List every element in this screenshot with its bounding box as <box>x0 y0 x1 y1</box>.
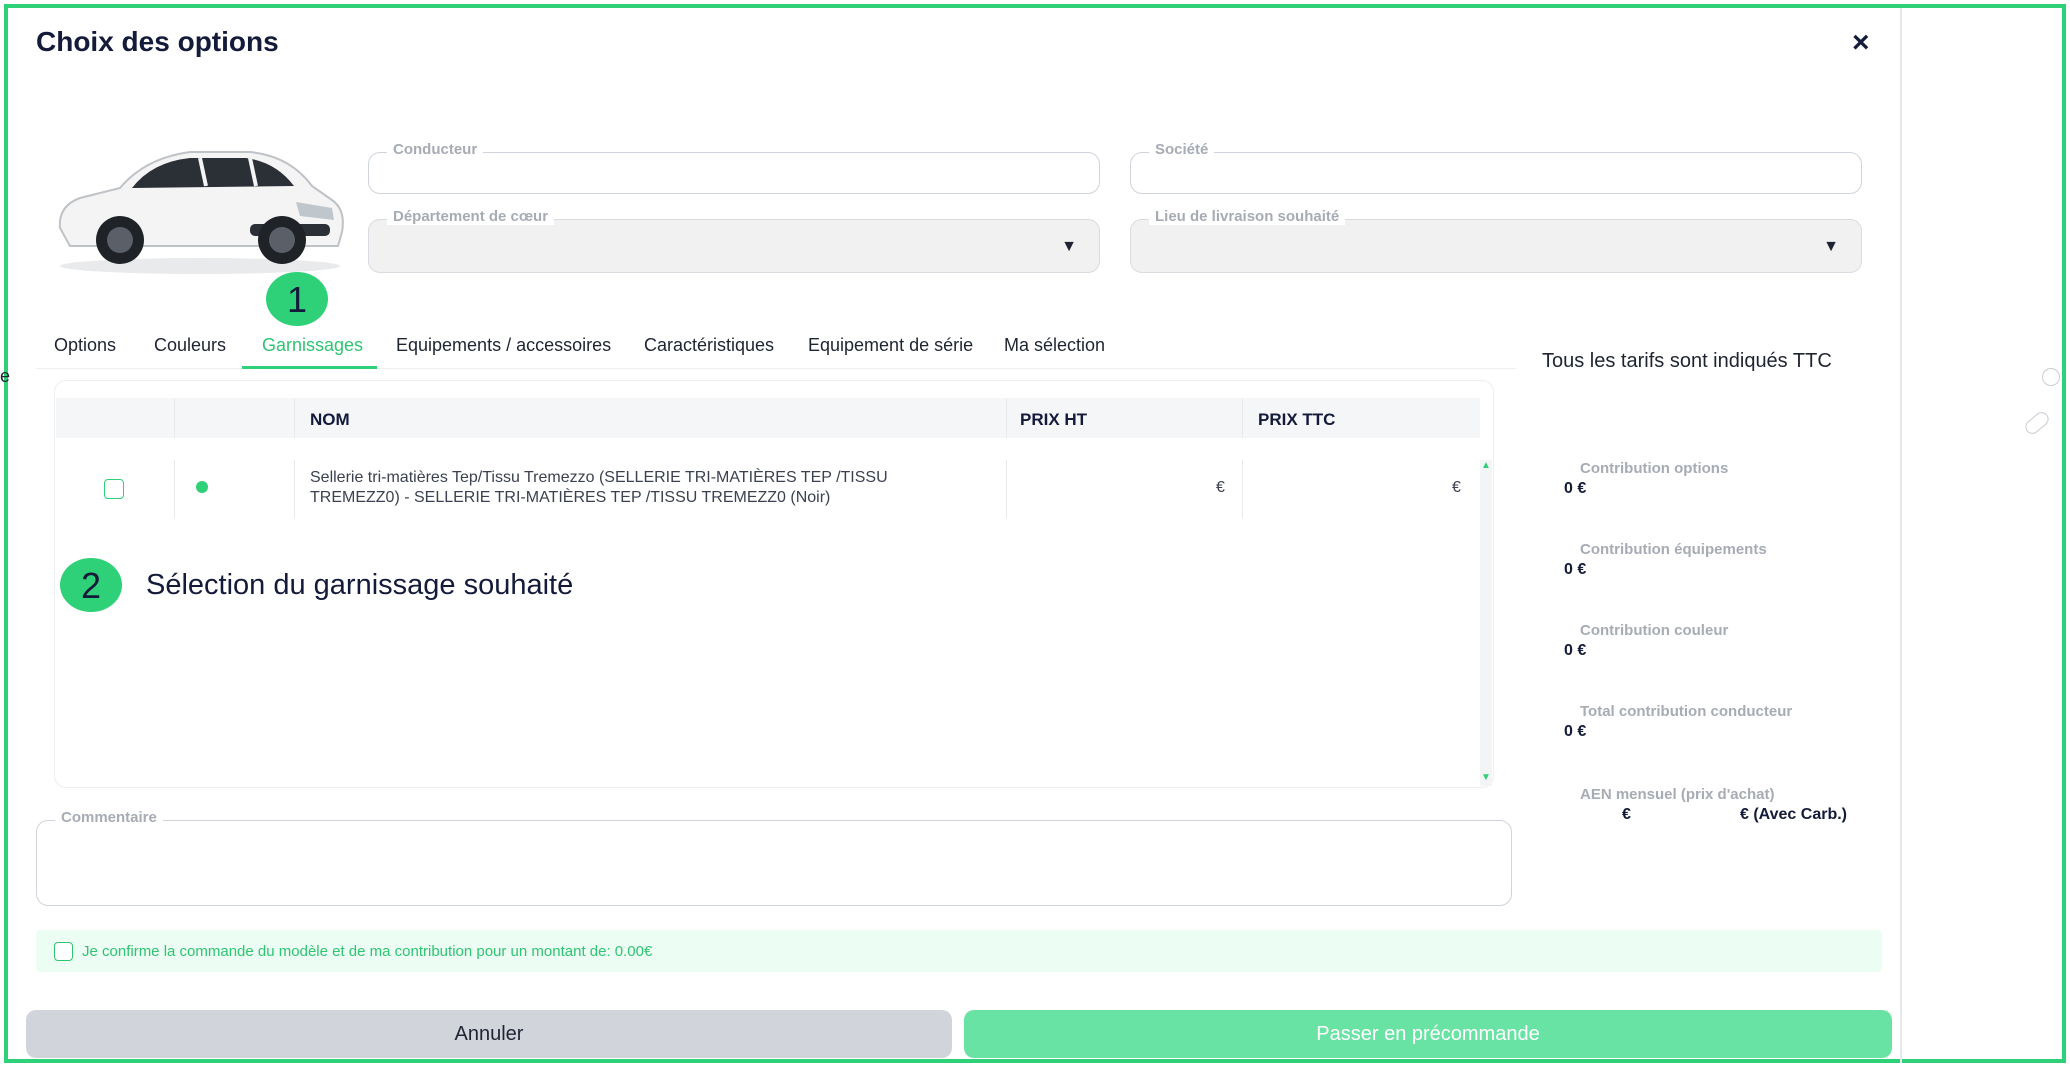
tab-equipements[interactable]: Equipements / accessoires <box>396 335 611 356</box>
total-contribution-value: 0 € <box>1564 723 1587 740</box>
step-2-annotation: Sélection du garnissage souhaité <box>146 569 574 601</box>
confirm-text[interactable]: Je confirme la commande du modèle et de … <box>82 943 652 960</box>
col-separator <box>174 398 175 438</box>
close-icon[interactable]: × <box>1852 28 1870 58</box>
contribution-equipements-label: Contribution équipements <box>1580 541 1767 558</box>
row-checkbox[interactable] <box>104 479 124 499</box>
aen-value: € <box>1622 806 1631 823</box>
conducteur-field[interactable]: Conducteur <box>368 141 1100 194</box>
tab-caracteristiques[interactable]: Caractéristiques <box>644 335 774 356</box>
scroll-down-icon[interactable]: ▼ <box>1481 772 1491 783</box>
societe-field[interactable]: Société <box>1130 141 1862 194</box>
total-contribution-label: Total contribution conducteur <box>1580 703 1793 720</box>
header-nom[interactable]: NOM <box>310 410 350 430</box>
row-nom-line2: TREMEZZ0) - SELLERIE TRI-MATIÈRES TEP /T… <box>310 489 831 506</box>
contribution-options-value: 0 € <box>1564 480 1587 497</box>
col-separator <box>1006 460 1007 518</box>
row-prix-ht: € <box>1216 479 1225 496</box>
col-separator <box>174 460 175 518</box>
contribution-couleur-label: Contribution couleur <box>1580 622 1729 639</box>
table-scrollbar[interactable] <box>1480 460 1492 786</box>
tab-options[interactable]: Options <box>54 335 116 356</box>
departement-select[interactable]: Département de cœur ▼ <box>368 208 1100 273</box>
contribution-options-label: Contribution options <box>1580 460 1729 477</box>
col-separator <box>1242 460 1243 518</box>
header-prix-ttc[interactable]: PRIX TTC <box>1258 410 1335 430</box>
comment-textarea[interactable]: Commentaire <box>36 809 1512 906</box>
chevron-down-icon: ▼ <box>1823 238 1839 255</box>
tarifs-notice: Tous les tarifs sont indiqués TTC <box>1542 350 1832 372</box>
panel-divider <box>1900 8 1902 1063</box>
edge-text: e <box>0 366 11 386</box>
chevron-down-icon: ▼ <box>1061 238 1077 255</box>
col-separator <box>294 398 295 438</box>
ring-icon <box>2042 368 2060 386</box>
contribution-couleur-value: 0 € <box>1564 642 1587 659</box>
col-separator <box>1006 398 1007 438</box>
row-nom-line1: Sellerie tri-matières Tep/Tissu Tremezzo… <box>310 469 888 486</box>
comment-label: Commentaire <box>55 809 163 826</box>
col-separator <box>1242 398 1243 438</box>
tab-garnissages[interactable]: Garnissages <box>262 335 363 356</box>
contribution-equipements-value: 0 € <box>1564 561 1587 578</box>
livraison-label: Lieu de livraison souhaité <box>1149 208 1346 225</box>
precommande-button[interactable]: Passer en précommande <box>964 1010 1892 1058</box>
step-badge-1: 1 <box>266 272 328 326</box>
cancel-button[interactable]: Annuler <box>26 1010 952 1058</box>
scroll-up-icon[interactable]: ▲ <box>1481 460 1491 471</box>
step-badge-2: 2 <box>60 558 122 612</box>
tab-equipement-serie[interactable]: Equipement de série <box>808 335 973 356</box>
livraison-select[interactable]: Lieu de livraison souhaité ▼ <box>1130 208 1862 273</box>
col-separator <box>294 460 295 518</box>
tab-couleurs[interactable]: Couleurs <box>154 335 226 356</box>
car-image <box>58 151 344 274</box>
row-prix-ttc: € <box>1452 479 1461 496</box>
departement-label: Département de cœur <box>387 208 555 225</box>
aen-label: AEN mensuel (prix d'achat) <box>1580 786 1775 803</box>
availability-dot <box>196 481 208 493</box>
confirm-bar: Je confirme la commande du modèle et de … <box>36 930 1882 972</box>
conducteur-label: Conducteur <box>387 141 484 158</box>
societe-label: Société <box>1149 141 1215 158</box>
confirm-checkbox[interactable] <box>54 942 73 961</box>
header-prix-ht[interactable]: PRIX HT <box>1020 410 1087 430</box>
dialog-title: Choix des options <box>36 26 279 57</box>
tab-ma-selection[interactable]: Ma sélection <box>1004 335 1105 356</box>
aen-value-carb: € (Avec Carb.) <box>1740 806 1847 823</box>
active-tab-indicator <box>242 366 377 369</box>
